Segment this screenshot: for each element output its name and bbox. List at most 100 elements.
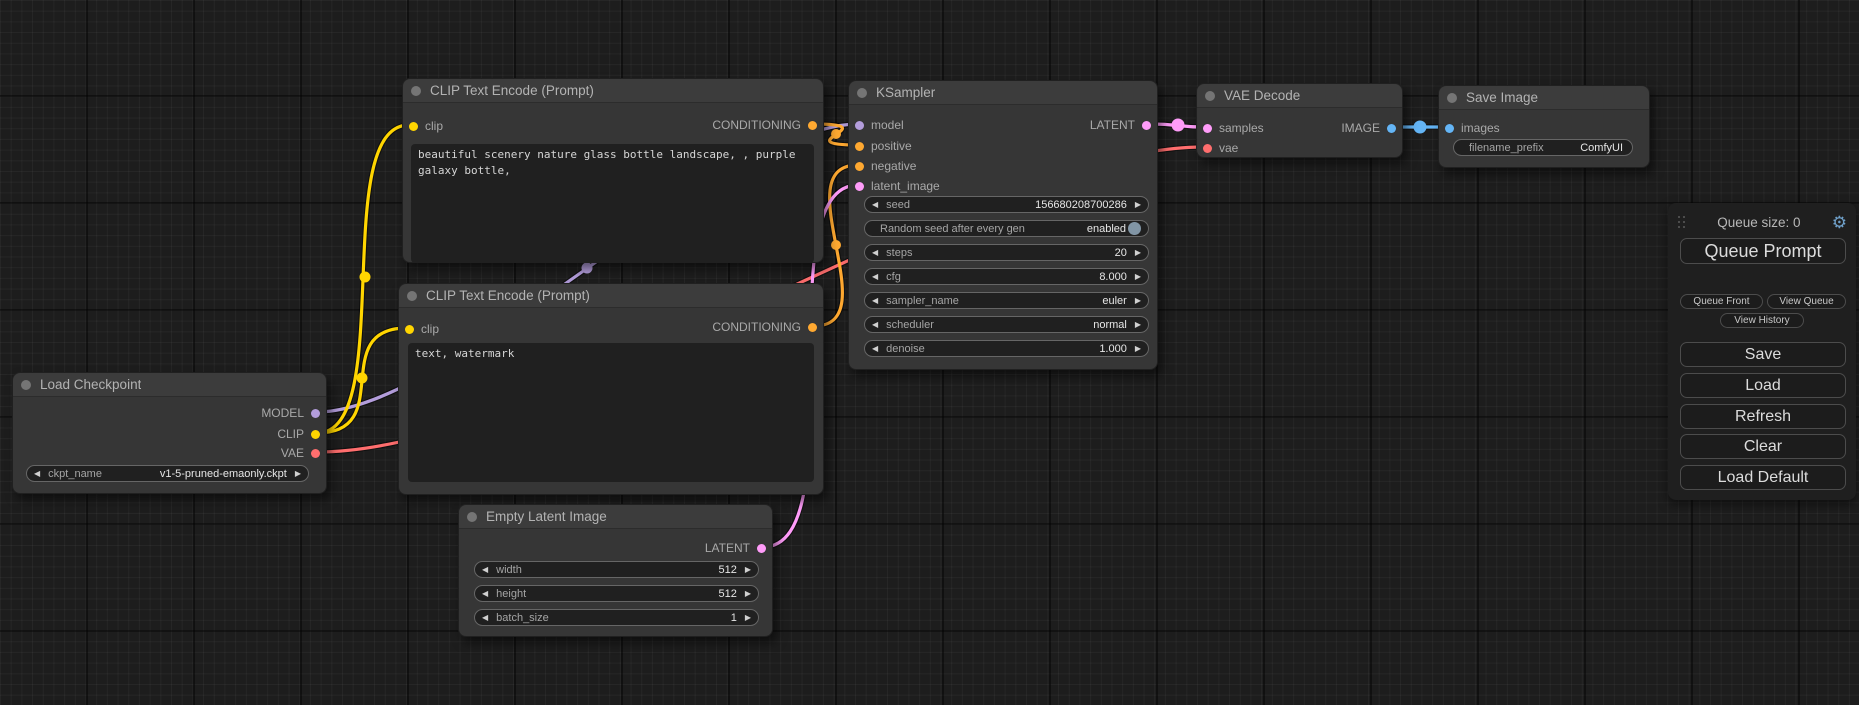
link-dot[interactable] xyxy=(831,129,841,139)
node-title-bar[interactable]: CLIP Text Encode (Prompt) xyxy=(403,79,823,103)
prompt-text-area[interactable]: text, watermark xyxy=(408,343,814,482)
input-port-model[interactable]: model xyxy=(855,115,904,135)
input-port-positive[interactable]: positive xyxy=(855,136,912,156)
node-load-checkpoint[interactable]: Load Checkpoint MODEL CLIP VAE ◀ ckpt_na… xyxy=(12,372,327,494)
save-button[interactable]: Save xyxy=(1680,342,1846,367)
latent-port-dot[interactable] xyxy=(1203,124,1212,133)
latent-port-dot[interactable] xyxy=(855,182,864,191)
link-dot[interactable] xyxy=(831,240,841,250)
output-port-clip[interactable]: CLIP xyxy=(277,424,320,444)
node-title-bar[interactable]: Empty Latent Image xyxy=(459,505,772,529)
decrement-arrow-icon[interactable]: ◀ xyxy=(872,201,878,209)
queue-front-button[interactable]: Queue Front xyxy=(1680,294,1763,309)
image-port-dot[interactable] xyxy=(1387,124,1396,133)
clear-button[interactable]: Clear xyxy=(1680,434,1846,459)
scheduler-combo-widget[interactable]: ◀ scheduler normal ▶ xyxy=(864,316,1149,333)
input-port-negative[interactable]: negative xyxy=(855,156,916,176)
decrement-arrow-icon[interactable]: ◀ xyxy=(34,470,40,478)
link-dot[interactable] xyxy=(360,272,371,283)
latent-port-dot[interactable] xyxy=(757,544,766,553)
comfyui-canvas[interactable]: { "colors": { "model": "#B39DDB", "clip"… xyxy=(0,0,1859,705)
cfg-number-widget[interactable]: ◀ cfg 8.000 ▶ xyxy=(864,268,1149,285)
output-port-latent[interactable]: LATENT xyxy=(705,538,766,558)
drag-handle-icon[interactable] xyxy=(1678,216,1686,229)
clip-port-dot[interactable] xyxy=(409,122,418,131)
steps-number-widget[interactable]: ◀ steps 20 ▶ xyxy=(864,244,1149,261)
increment-arrow-icon[interactable]: ▶ xyxy=(295,470,301,478)
decrement-arrow-icon[interactable]: ◀ xyxy=(872,345,878,353)
output-port-image[interactable]: IMAGE xyxy=(1341,118,1396,138)
latent-port-dot[interactable] xyxy=(1142,121,1151,130)
clip-port-dot[interactable] xyxy=(311,430,320,439)
conditioning-port-dot[interactable] xyxy=(855,142,864,151)
input-port-clip[interactable]: clip xyxy=(405,319,439,339)
collapse-dot-icon[interactable] xyxy=(1205,91,1215,101)
increment-arrow-icon[interactable]: ▶ xyxy=(1135,273,1141,281)
input-port-clip[interactable]: clip xyxy=(409,116,443,136)
height-number-widget[interactable]: ◀ height 512 ▶ xyxy=(474,585,759,602)
view-history-button[interactable]: View History xyxy=(1720,313,1804,328)
node-clip-text-encode-positive[interactable]: CLIP Text Encode (Prompt) clip CONDITION… xyxy=(402,78,824,263)
node-title-bar[interactable]: KSampler xyxy=(849,81,1157,105)
denoise-number-widget[interactable]: ◀ denoise 1.000 ▶ xyxy=(864,340,1149,357)
output-port-vae[interactable]: VAE xyxy=(281,443,320,463)
input-port-vae[interactable]: vae xyxy=(1203,138,1238,158)
model-port-dot[interactable] xyxy=(311,409,320,418)
collapse-dot-icon[interactable] xyxy=(411,86,421,96)
increment-arrow-icon[interactable]: ▶ xyxy=(1135,321,1141,329)
clip-port-dot[interactable] xyxy=(405,325,414,334)
conditioning-port-dot[interactable] xyxy=(855,162,864,171)
node-title-bar[interactable]: CLIP Text Encode (Prompt) xyxy=(399,284,823,308)
view-queue-button[interactable]: View Queue xyxy=(1767,294,1846,309)
vae-port-dot[interactable] xyxy=(311,449,320,458)
load-button[interactable]: Load xyxy=(1680,373,1846,398)
collapse-dot-icon[interactable] xyxy=(407,291,417,301)
filename-prefix-widget[interactable]: filename_prefix ComfyUI xyxy=(1453,139,1633,156)
decrement-arrow-icon[interactable]: ◀ xyxy=(482,566,488,574)
node-ksampler[interactable]: KSampler model positive negative latent_… xyxy=(848,80,1158,370)
collapse-dot-icon[interactable] xyxy=(857,88,867,98)
model-port-dot[interactable] xyxy=(855,121,864,130)
load-default-button[interactable]: Load Default xyxy=(1680,465,1846,490)
node-vae-decode[interactable]: VAE Decode samples vae IMAGE xyxy=(1196,83,1403,158)
input-port-latent-image[interactable]: latent_image xyxy=(855,176,940,196)
link-dot[interactable] xyxy=(1172,119,1185,132)
seed-number-widget[interactable]: ◀ seed 156680208700286 ▶ xyxy=(864,196,1149,213)
decrement-arrow-icon[interactable]: ◀ xyxy=(872,321,878,329)
toggle-knob-icon[interactable] xyxy=(1128,222,1141,235)
increment-arrow-icon[interactable]: ▶ xyxy=(1135,249,1141,257)
collapse-dot-icon[interactable] xyxy=(1447,93,1457,103)
width-number-widget[interactable]: ◀ width 512 ▶ xyxy=(474,561,759,578)
decrement-arrow-icon[interactable]: ◀ xyxy=(872,273,878,281)
node-save-image[interactable]: Save Image images filename_prefix ComfyU… xyxy=(1438,85,1650,168)
increment-arrow-icon[interactable]: ▶ xyxy=(1135,345,1141,353)
increment-arrow-icon[interactable]: ▶ xyxy=(1135,201,1141,209)
link-dot[interactable] xyxy=(357,373,368,384)
batch-size-number-widget[interactable]: ◀ batch_size 1 ▶ xyxy=(474,609,759,626)
queue-prompt-button[interactable]: Queue Prompt xyxy=(1680,238,1846,264)
increment-arrow-icon[interactable]: ▶ xyxy=(745,614,751,622)
increment-arrow-icon[interactable]: ▶ xyxy=(1135,297,1141,305)
link-dot[interactable] xyxy=(1414,121,1427,134)
decrement-arrow-icon[interactable]: ◀ xyxy=(482,614,488,622)
output-port-conditioning[interactable]: CONDITIONING xyxy=(712,317,817,337)
node-empty-latent-image[interactable]: Empty Latent Image LATENT ◀ width 512 ▶ … xyxy=(458,504,773,637)
input-port-samples[interactable]: samples xyxy=(1203,118,1264,138)
refresh-button[interactable]: Refresh xyxy=(1680,404,1846,429)
decrement-arrow-icon[interactable]: ◀ xyxy=(482,590,488,598)
collapse-dot-icon[interactable] xyxy=(467,512,477,522)
collapse-dot-icon[interactable] xyxy=(21,380,31,390)
node-title-bar[interactable]: VAE Decode xyxy=(1197,84,1402,108)
decrement-arrow-icon[interactable]: ◀ xyxy=(872,297,878,305)
output-port-model[interactable]: MODEL xyxy=(261,403,320,423)
input-port-images[interactable]: images xyxy=(1445,118,1500,138)
link-dot[interactable] xyxy=(582,263,593,274)
decrement-arrow-icon[interactable]: ◀ xyxy=(872,249,878,257)
conditioning-port-dot[interactable] xyxy=(808,121,817,130)
increment-arrow-icon[interactable]: ▶ xyxy=(745,566,751,574)
ckpt-name-combo-widget[interactable]: ◀ ckpt_name v1-5-pruned-emaonly.ckpt ▶ xyxy=(26,465,309,482)
conditioning-port-dot[interactable] xyxy=(808,323,817,332)
output-port-latent[interactable]: LATENT xyxy=(1090,115,1151,135)
output-port-conditioning[interactable]: CONDITIONING xyxy=(712,115,817,135)
image-port-dot[interactable] xyxy=(1445,124,1454,133)
